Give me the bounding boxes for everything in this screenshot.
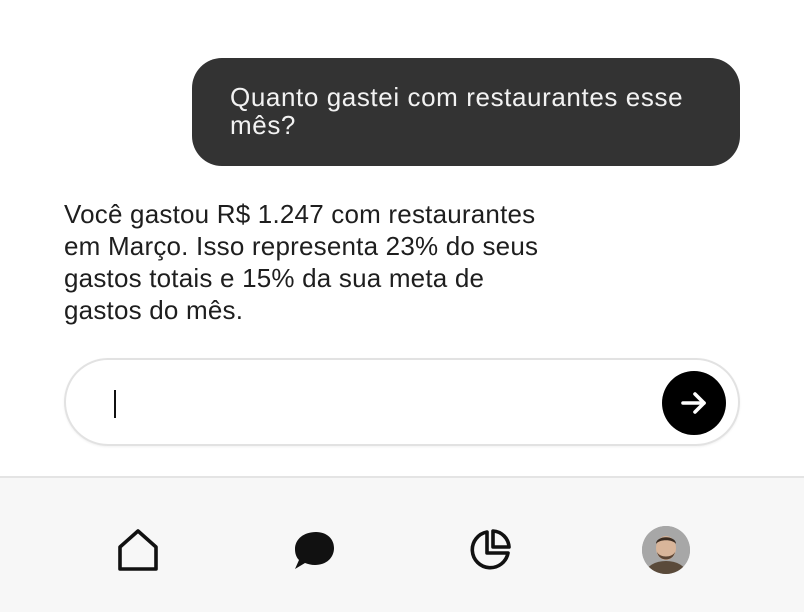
user-message-text: Quanto gastei com restaurantes esse mês?: [230, 82, 684, 140]
text-cursor: [114, 390, 116, 418]
message-composer: [64, 358, 740, 446]
nav-chat[interactable]: [288, 524, 340, 576]
nav-home[interactable]: [112, 524, 164, 576]
message-input[interactable]: [100, 378, 644, 428]
arrow-right-icon: [681, 392, 706, 414]
user-message-bubble: Quanto gastei com restaurantes esse mês?: [192, 58, 740, 166]
avatar: [642, 526, 690, 574]
send-button[interactable]: [662, 371, 726, 435]
bottom-navigation: [0, 476, 804, 612]
home-icon: [118, 529, 158, 571]
assistant-message-text: Você gastou R$ 1.247 com restaurantes em…: [64, 199, 539, 325]
nav-reports[interactable]: [464, 524, 516, 576]
nav-profile[interactable]: [640, 524, 692, 576]
pie-chart-icon: [470, 529, 511, 570]
avatar-image: [642, 526, 690, 574]
chat-bubble-icon: [295, 532, 334, 569]
